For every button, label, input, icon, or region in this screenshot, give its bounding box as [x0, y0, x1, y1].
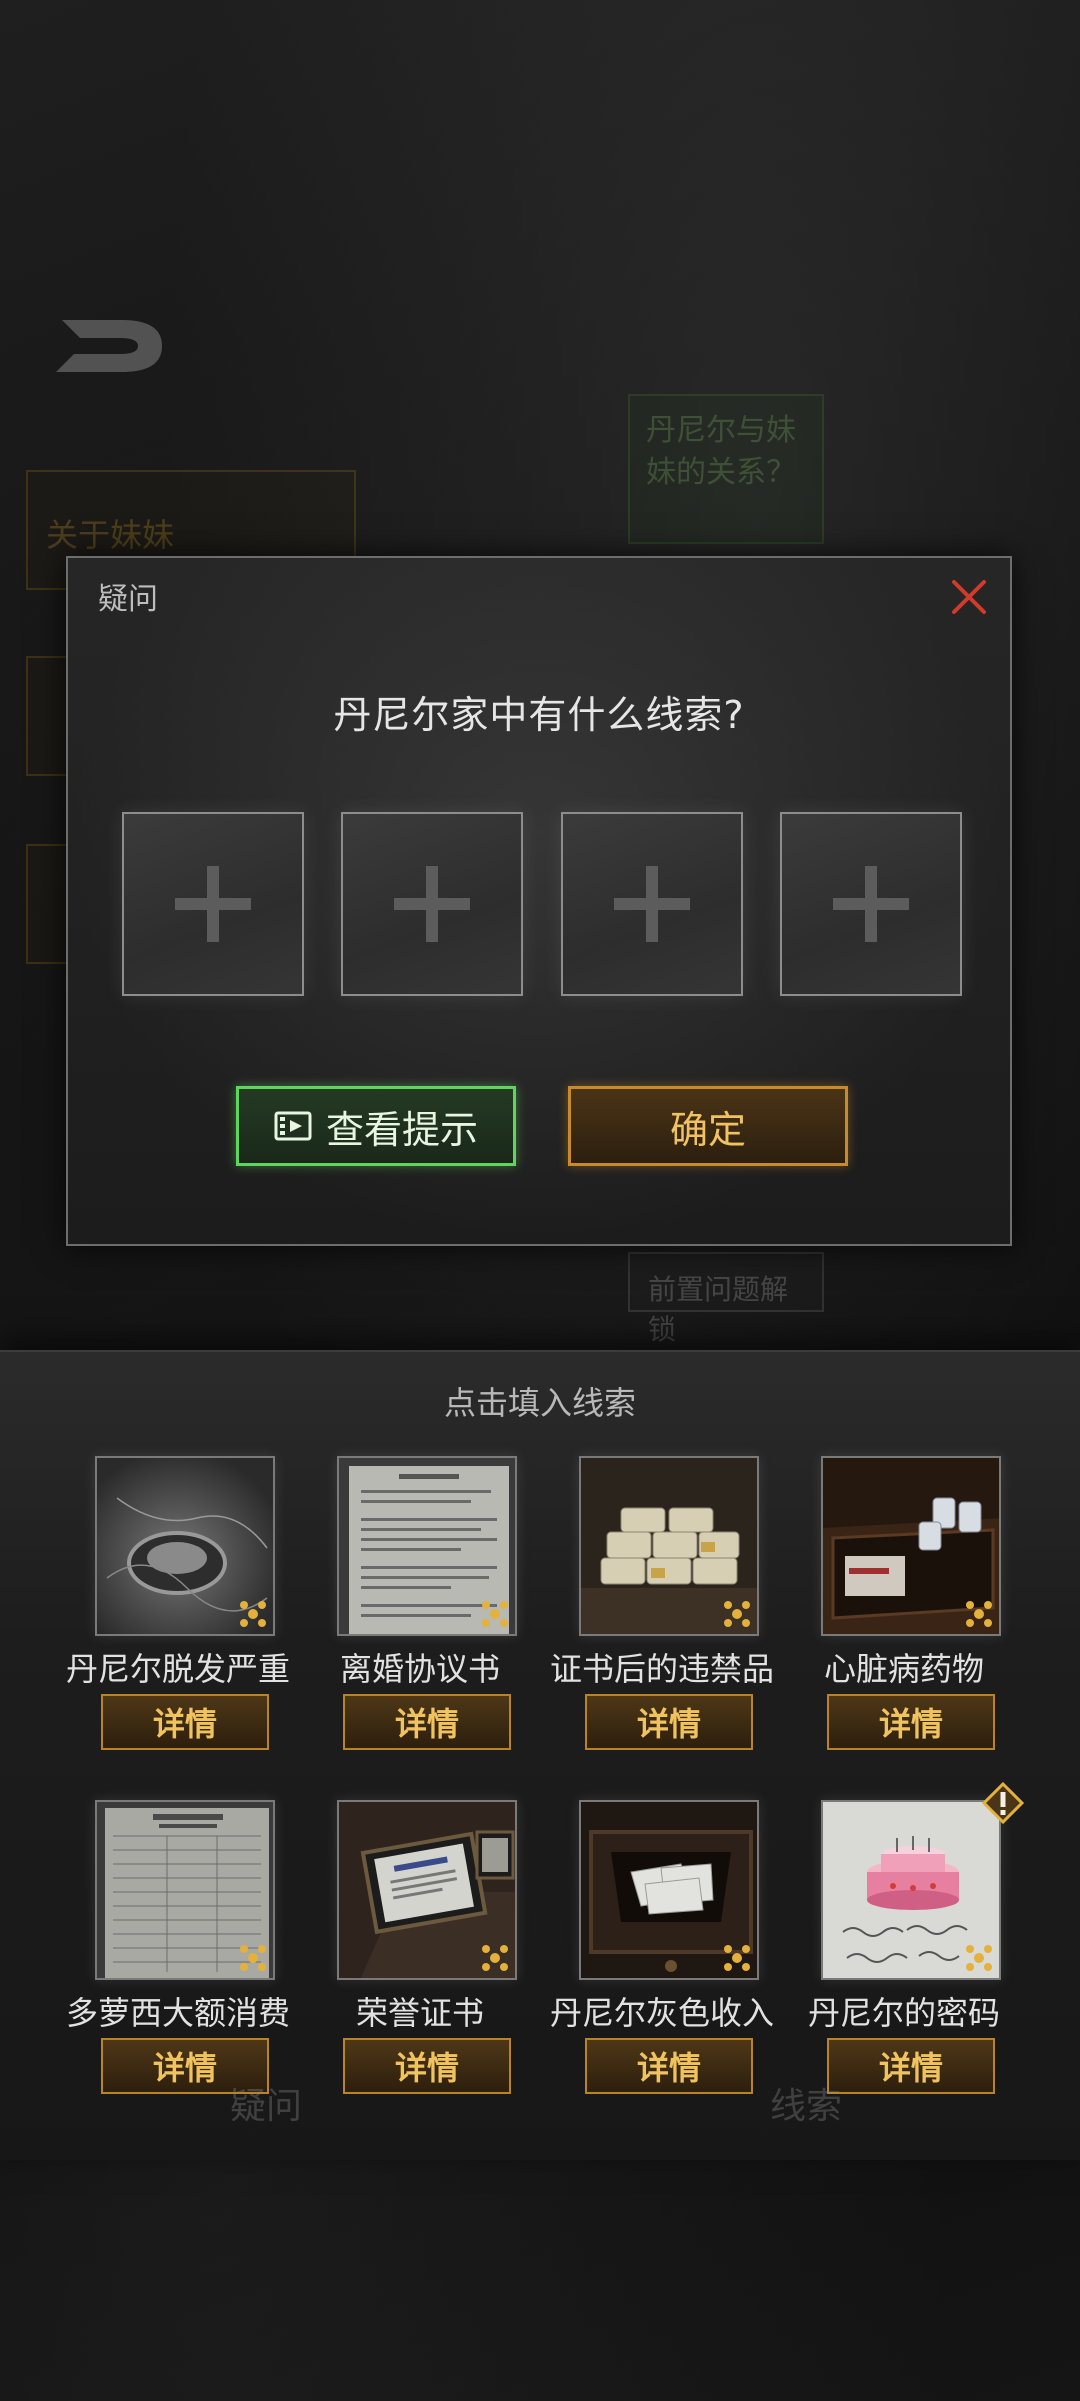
clue-slots — [122, 812, 962, 996]
clue-detail-button[interactable]: 详情 — [827, 2038, 995, 2094]
video-icon — [274, 1111, 312, 1141]
clue-item: 心脏病药物 详情 — [784, 1456, 1024, 1776]
clue-item: 证书后的违禁品 详情 — [542, 1456, 782, 1776]
clue-item: 丹尼尔的密码 详情 — [784, 1782, 1024, 2120]
close-icon[interactable] — [946, 574, 992, 620]
clue-thumbnail-medicine-drawer[interactable] — [821, 1456, 1001, 1636]
clue-link-icon — [482, 1601, 508, 1627]
clue-link-icon — [240, 1945, 266, 1971]
clue-name: 荣誉证书 — [355, 1994, 484, 2032]
clue-link-icon — [966, 1601, 992, 1627]
clue-name: 丹尼尔脱发严重 — [65, 1650, 290, 1688]
question-text: 丹尼尔家中有什么线索? — [333, 693, 745, 737]
clue-thumbnail-packages[interactable] — [579, 1456, 759, 1636]
clue-link-icon — [724, 1601, 750, 1627]
clue-thumbnail-birthday-cake[interactable] — [821, 1800, 1001, 1980]
clue-detail-button[interactable]: 详情 — [343, 2038, 511, 2094]
clue-item: 多萝西大额消费 详情 — [58, 1800, 298, 2120]
plus-icon — [394, 866, 471, 942]
clue-item: 离婚协议书 详情 — [300, 1456, 540, 1776]
dialog-title: 疑问 — [98, 582, 158, 617]
back-icon — [52, 312, 167, 380]
tab-clues[interactable]: 线索 — [770, 2077, 842, 2129]
view-hint-button[interactable]: 查看提示 — [236, 1086, 516, 1166]
clue-name: 离婚协议书 — [339, 1650, 500, 1688]
new-alert-icon — [982, 1782, 1024, 1824]
clue-slot[interactable] — [560, 812, 743, 996]
clue-slot[interactable] — [341, 812, 524, 996]
plus-icon — [613, 866, 690, 942]
clue-item: 丹尼尔灰色收入 详情 — [542, 1800, 782, 2120]
clue-thumbnail-certificate[interactable] — [337, 1800, 517, 1980]
clue-link-icon — [966, 1945, 992, 1971]
clue-link-icon — [482, 1945, 508, 1971]
clue-name: 多萝西大额消费 — [65, 1994, 290, 2032]
clue-item: 荣誉证书 详情 — [300, 1800, 540, 2120]
clue-thumbnail-document[interactable] — [337, 1456, 517, 1636]
clue-thumbnail-receipt[interactable] — [95, 1800, 275, 1980]
clue-link-icon — [240, 1601, 266, 1627]
clue-name: 心脏病药物 — [823, 1650, 984, 1688]
clue-thumbnail-drain[interactable] — [95, 1456, 275, 1636]
clue-link-icon — [724, 1945, 750, 1971]
clue-detail-button[interactable]: 详情 — [585, 2038, 753, 2094]
clue-name: 丹尼尔灰色收入 — [549, 1994, 774, 2032]
confirm-button[interactable]: 确定 — [568, 1086, 848, 1166]
plus-icon — [832, 866, 909, 942]
clue-detail-button[interactable]: 详情 — [101, 1694, 269, 1750]
clue-slot[interactable] — [122, 812, 304, 996]
question-dialog: 疑问 丹尼尔家中有什么线索? 查看提示 确定 — [66, 556, 1012, 1246]
clue-name: 丹尼尔的密码 — [807, 1994, 1000, 2032]
tab-questions[interactable]: 疑问 — [230, 2077, 302, 2129]
clue-panel: 点击填入线索 丹尼尔脱发严重 详情 离婚协议书 详情 证书后的违禁品 详情 心脏… — [0, 1350, 1080, 2160]
bg-question-card-relation: 丹尼尔与妹妹的关系？ — [628, 394, 824, 544]
panel-title: 点击填入线索 — [443, 1384, 636, 1422]
bg-unlock-card: 前置问题解锁 — [628, 1252, 824, 1346]
clue-item: 丹尼尔脱发严重 详情 — [58, 1456, 298, 1776]
clue-detail-button[interactable]: 详情 — [827, 1694, 995, 1750]
clue-detail-button[interactable]: 详情 — [585, 1694, 753, 1750]
clue-slot[interactable] — [779, 812, 962, 996]
clue-detail-button[interactable]: 详情 — [343, 1694, 511, 1750]
plus-icon — [175, 866, 251, 942]
clue-thumbnail-envelope-drawer[interactable] — [579, 1800, 759, 1980]
clue-name: 证书后的违禁品 — [549, 1650, 774, 1688]
